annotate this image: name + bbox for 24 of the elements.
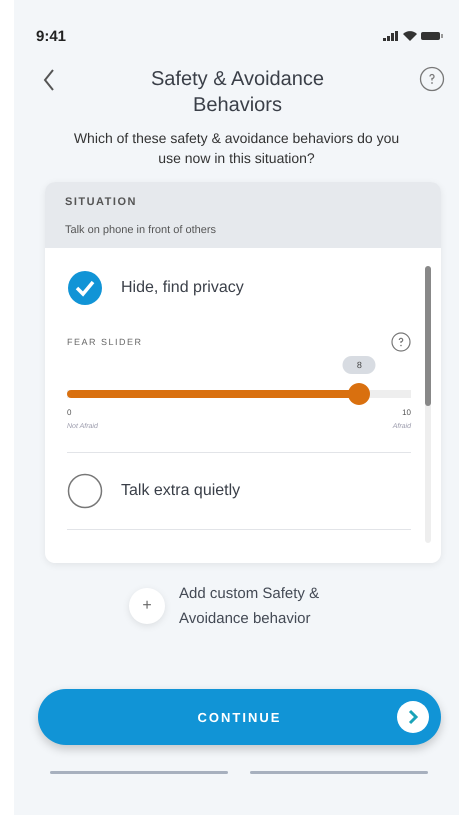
slider-min: 0 [67,408,72,417]
checkbox[interactable] [67,473,103,509]
slider-label: FEAR SLIDER [67,337,143,347]
continue-button[interactable]: CONTINUE [38,689,441,745]
screen-title: Safety & Avoidance Behaviors [150,67,326,118]
behavior-label: Talk extra quietly [121,482,240,500]
behavior-label: Hide, find privacy [121,279,244,297]
slider-value: 8 [342,356,376,374]
signal-icon [383,31,399,41]
situation-label: SITUATION [65,196,138,208]
help-icon[interactable] [391,332,411,352]
status-time: 9:41 [36,28,66,44]
add-button[interactable]: + [129,588,165,624]
chevron-right-icon [397,701,429,733]
situation-text: Talk on phone in front of others [65,224,218,236]
checkbox[interactable] [67,270,103,306]
slider-max: 10 [402,408,411,417]
screen-subtitle: Which of these safety & avoidance behaviors do you use now in this situation? [72,129,400,168]
scrollbar[interactable] [425,266,431,543]
back-icon[interactable] [42,68,56,92]
wifi-icon [403,31,417,41]
help-icon[interactable] [419,66,445,92]
battery-icon [421,31,443,41]
add-behavior-link[interactable]: Add custom Safety & Avoidance behavior [179,581,379,631]
